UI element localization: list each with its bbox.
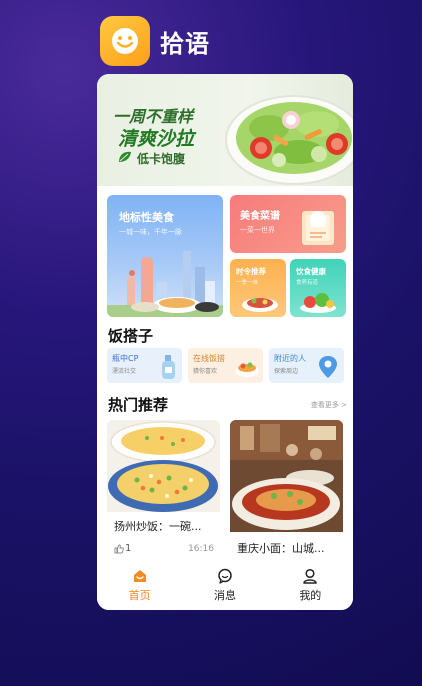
city-skyline-illustration bbox=[107, 251, 223, 317]
hot-item-yangzhou-fried-rice[interactable]: 扬州炒饭：一碗... 1 16:16 bbox=[107, 420, 220, 560]
fandazi-section-title: 饭搭子 bbox=[108, 327, 154, 345]
tile-seasonal-title: 时令推荐 bbox=[236, 267, 266, 276]
tile-health-subtitle: 食养有道 bbox=[296, 280, 319, 286]
tile-recipes[interactable]: 美食菜谱 一菜一世界 bbox=[230, 195, 346, 253]
tile-landmark-subtitle: 一城一味，千年一脉 bbox=[119, 228, 182, 236]
seasonal-dish-image bbox=[242, 298, 278, 312]
meal-bowl-icon bbox=[235, 362, 259, 377]
home-content[interactable]: 地标性美食 一城一味，千年一脉 美食菜谱 一菜一世界 时令推荐 一季一味 饮食健… bbox=[97, 186, 353, 560]
hot-section-title: 热门推荐 bbox=[108, 396, 169, 414]
tile-seasonal-subtitle: 一季一味 bbox=[236, 280, 259, 286]
healthy-food-image bbox=[300, 293, 336, 313]
tab-messages[interactable]: 消息 bbox=[182, 558, 267, 610]
tab-mine[interactable]: 我的 bbox=[268, 558, 353, 610]
bottom-tab-bar: 首页 消息 我的 bbox=[97, 558, 353, 610]
thumbs-up-icon[interactable] bbox=[114, 544, 124, 554]
fandazi-item-online-meal[interactable]: 在线饭搭 猜你喜欢 bbox=[188, 348, 263, 383]
noodles-image bbox=[230, 420, 343, 532]
salad-banner[interactable]: 一周不重样 清爽沙拉 低卡饱腹 bbox=[97, 74, 353, 186]
app-header: 拾语 bbox=[100, 15, 210, 67]
app-logo[interactable] bbox=[100, 16, 150, 66]
tile-landmark-food[interactable]: 地标性美食 一城一味，千年一脉 bbox=[107, 195, 223, 317]
salad-image bbox=[225, 95, 353, 185]
hot-item-likes: 1 bbox=[125, 543, 132, 554]
fandazi-item-subtitle: 漂流社交 bbox=[112, 368, 137, 375]
user-icon bbox=[303, 568, 318, 584]
app-preview-card[interactable]: 一周不重样 清爽沙拉 低卡饱腹 地标性美食 一城一味，千年一脉 美食菜谱 一菜一… bbox=[97, 74, 353, 610]
tile-landmark-title: 地标性美食 bbox=[119, 211, 174, 224]
tile-health[interactable]: 饮食健康 食养有道 bbox=[290, 259, 346, 317]
fandazi-item-title: 附近的人 bbox=[274, 354, 306, 363]
banner-line3: 低卡饱腹 bbox=[137, 152, 186, 166]
banner-line2: 清爽沙拉 bbox=[118, 128, 195, 150]
tile-seasonal[interactable]: 时令推荐 一季一味 bbox=[230, 259, 286, 317]
app-name: 拾语 bbox=[160, 29, 210, 58]
fandazi-item-nearby[interactable]: 附近的人 探索周边 bbox=[269, 348, 344, 383]
fandazi-item-subtitle: 探索周边 bbox=[274, 368, 299, 375]
location-pin-icon bbox=[319, 356, 337, 378]
fandazi-item-subtitle: 猜你喜欢 bbox=[193, 368, 218, 375]
chat-bubble-icon bbox=[218, 568, 232, 584]
recipe-book-icon bbox=[302, 211, 334, 245]
tile-recipes-title: 美食菜谱 bbox=[240, 211, 280, 222]
tile-health-title: 饮食健康 bbox=[296, 267, 326, 276]
fandazi-item-bottle-cp[interactable]: 瓶中CP 漂流社交 bbox=[107, 348, 182, 383]
tab-home-label: 首页 bbox=[128, 589, 151, 602]
fried-rice-image bbox=[107, 420, 220, 512]
tab-home[interactable]: 首页 bbox=[97, 558, 182, 610]
leaf-icon bbox=[119, 151, 131, 162]
bottle-icon bbox=[162, 355, 175, 379]
fandazi-item-title: 在线饭搭 bbox=[193, 354, 225, 363]
smiley-icon bbox=[112, 28, 138, 54]
tile-recipes-subtitle: 一菜一世界 bbox=[240, 226, 275, 234]
tab-mine-label: 我的 bbox=[299, 589, 322, 602]
hot-item-title: 重庆小面：山城... bbox=[237, 542, 325, 555]
hot-item-chongqing-noodles[interactable]: 重庆小面：山城... bbox=[230, 420, 343, 560]
fandazi-item-title: 瓶中CP bbox=[112, 354, 139, 363]
tab-messages-label: 消息 bbox=[213, 589, 236, 602]
hot-item-time: 16:16 bbox=[188, 544, 214, 554]
home-icon bbox=[133, 570, 146, 582]
view-more-link[interactable]: 查看更多 > bbox=[311, 400, 347, 410]
hot-item-title: 扬州炒饭：一碗... bbox=[114, 520, 202, 533]
